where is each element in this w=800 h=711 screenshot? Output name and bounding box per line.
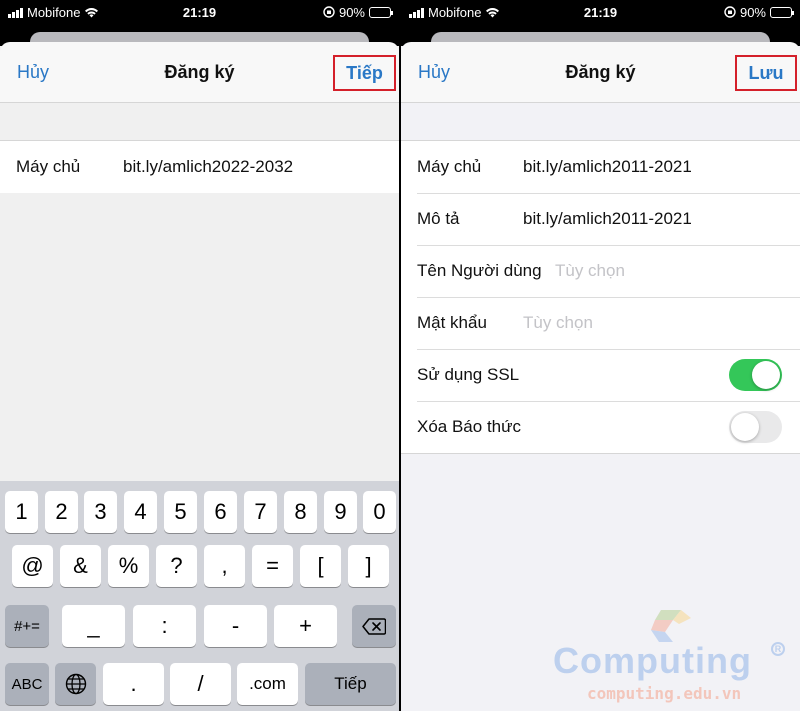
left-screen: Mobifone 21:19 90% Hủy Đăng ký Tiếp Máy … xyxy=(0,0,399,711)
status-right-group: 90% xyxy=(724,4,794,20)
key-0[interactable]: 0 xyxy=(363,491,396,533)
watermark: Computing R computing.edu.vn xyxy=(553,608,793,708)
ssl-row: Sử dụng SSL xyxy=(401,349,800,401)
key-bracket-right[interactable]: ] xyxy=(348,545,389,587)
status-bar: Mobifone 21:19 90% xyxy=(0,0,399,24)
backspace-icon xyxy=(362,617,386,635)
battery-icon xyxy=(369,6,393,18)
nav-bar-right: Hủy Đăng ký Lưu xyxy=(401,42,800,103)
key-percent[interactable]: % xyxy=(108,545,149,587)
key-2[interactable]: 2 xyxy=(45,491,78,533)
battery-percent: 90% xyxy=(338,4,365,20)
keyboard: 1 2 3 4 5 6 7 8 9 0 @ & % ? , = [ ] #+= … xyxy=(0,481,399,711)
key-9[interactable]: 9 xyxy=(324,491,357,533)
key-bracket-left[interactable]: [ xyxy=(300,545,341,587)
server-form: Máy chủ bit.ly/amlich2022-2032 xyxy=(0,140,399,193)
key-7[interactable]: 7 xyxy=(244,491,277,533)
key-underscore[interactable]: _ xyxy=(62,605,125,647)
right-screen: Mobifone 21:19 90% Hủy Đăng ký Lưu Máy c… xyxy=(401,0,800,711)
account-form: Máy chủ bit.ly/amlich2011-2021 Mô tả bit… xyxy=(401,140,800,454)
signal-icon xyxy=(8,7,23,18)
password-field[interactable]: Tùy chọn xyxy=(523,313,593,333)
status-right: 90% xyxy=(323,4,393,20)
orientation-lock-icon xyxy=(323,6,335,18)
key-plus[interactable]: + xyxy=(274,605,337,647)
toggle-knob xyxy=(731,413,759,441)
description-field[interactable]: bit.ly/amlich2011-2021 xyxy=(523,209,692,229)
key-globe[interactable] xyxy=(55,663,96,705)
ssl-toggle[interactable] xyxy=(729,359,782,391)
key-equals[interactable]: = xyxy=(252,545,293,587)
password-row[interactable]: Mật khẩu Tùy chọn xyxy=(401,297,800,349)
key-slash[interactable]: / xyxy=(170,663,231,705)
delete-key[interactable] xyxy=(352,605,396,647)
battery-percent-right: 90% xyxy=(739,4,766,20)
description-label: Mô tả xyxy=(417,209,460,228)
carrier-name: Mobifone xyxy=(27,4,81,20)
key-minus[interactable]: - xyxy=(204,605,267,647)
key-ampersand[interactable]: & xyxy=(60,545,101,587)
server-row[interactable]: Máy chủ bit.ly/amlich2011-2021 xyxy=(401,141,800,193)
key-1[interactable]: 1 xyxy=(5,491,38,533)
key-dotcom[interactable]: .com xyxy=(237,663,298,705)
carrier-group-right: Mobifone xyxy=(409,5,500,20)
ssl-label: Sử dụng SSL xyxy=(417,365,520,384)
signal-icon xyxy=(409,7,424,18)
return-key[interactable]: Tiếp xyxy=(305,663,396,705)
username-row[interactable]: Tên Người dùng Tùy chọn xyxy=(401,245,800,297)
carrier-name-right: Mobifone xyxy=(428,4,482,20)
key-abc[interactable]: ABC xyxy=(5,663,49,705)
server-field[interactable]: bit.ly/amlich2022-2032 xyxy=(123,157,293,177)
remove-alarms-row: Xóa Báo thức xyxy=(401,401,800,453)
status-bar-right: Mobifone 21:19 90% xyxy=(401,0,800,24)
next-button[interactable]: Tiếp xyxy=(333,55,396,91)
server-field[interactable]: bit.ly/amlich2011-2021 xyxy=(523,157,692,177)
key-period[interactable]: . xyxy=(103,663,164,705)
key-6[interactable]: 6 xyxy=(204,491,237,533)
key-symbols-shift[interactable]: #+= xyxy=(5,605,49,647)
wifi-icon xyxy=(85,7,99,17)
key-4[interactable]: 4 xyxy=(124,491,157,533)
watermark-url: computing.edu.vn xyxy=(587,684,742,703)
nav-bar: Hủy Đăng ký Tiếp xyxy=(0,42,399,103)
key-8[interactable]: 8 xyxy=(284,491,317,533)
remove-alarms-label: Xóa Báo thức xyxy=(417,417,522,436)
computing-logo-icon xyxy=(651,610,691,642)
remove-alarms-toggle[interactable] xyxy=(729,411,782,443)
key-3[interactable]: 3 xyxy=(84,491,117,533)
password-label: Mật khẩu xyxy=(417,313,487,332)
key-5[interactable]: 5 xyxy=(164,491,197,533)
description-row[interactable]: Mô tả bit.ly/amlich2011-2021 xyxy=(401,193,800,245)
username-label: Tên Người dùng xyxy=(417,261,542,280)
key-colon[interactable]: : xyxy=(133,605,196,647)
registered-icon: R xyxy=(771,642,785,656)
username-field[interactable]: Tùy chọn xyxy=(555,261,625,281)
wifi-icon xyxy=(486,7,500,17)
toggle-knob xyxy=(752,361,780,389)
key-at[interactable]: @ xyxy=(12,545,53,587)
server-label: Máy chủ xyxy=(16,157,81,176)
server-row[interactable]: Máy chủ bit.ly/amlich2022-2032 xyxy=(0,141,399,193)
server-label: Máy chủ xyxy=(417,157,482,176)
key-question[interactable]: ? xyxy=(156,545,197,587)
battery-icon xyxy=(770,6,794,18)
watermark-brand: Computing xyxy=(553,640,752,681)
key-comma[interactable]: , xyxy=(204,545,245,587)
carrier-group: Mobifone xyxy=(8,5,99,20)
orientation-lock-icon xyxy=(724,6,736,18)
save-button[interactable]: Lưu xyxy=(735,55,797,91)
globe-icon xyxy=(65,673,86,695)
